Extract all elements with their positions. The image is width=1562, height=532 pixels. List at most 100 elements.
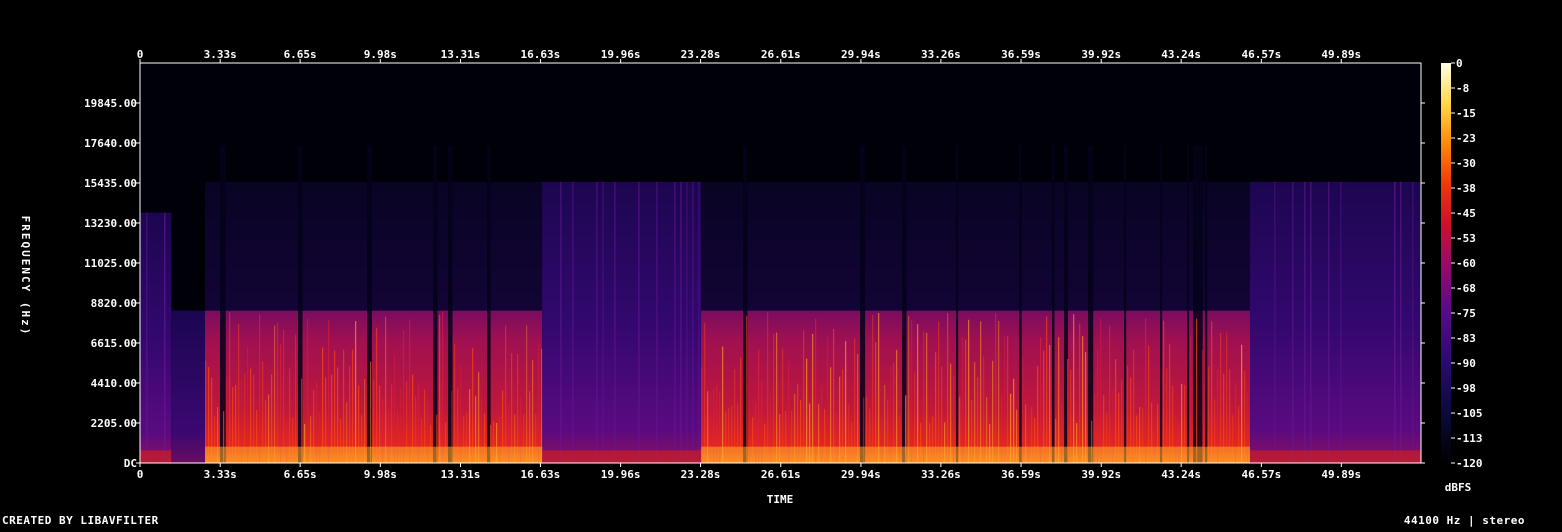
- speech-streak: [875, 342, 877, 463]
- colorbar-tick-label: -83: [1456, 332, 1476, 345]
- speech-streak: [280, 344, 282, 463]
- x-tick-label-top: 23.28s: [681, 48, 721, 61]
- speech-gap: [1019, 145, 1022, 464]
- x-tick-label-top: 3.33s: [204, 48, 237, 61]
- speech-gap: [1160, 145, 1163, 464]
- speech-streak: [385, 316, 387, 463]
- music-streak: [1400, 181, 1402, 463]
- segment-music_intro-0: [140, 212, 172, 463]
- speech-streak: [758, 349, 760, 463]
- y-axis-label: FREQUENCY (Hz): [19, 216, 32, 337]
- x-tick-label-bottom: 0: [137, 468, 144, 481]
- speech-streak: [538, 344, 540, 463]
- x-tick-label-top: 6.65s: [284, 48, 317, 61]
- speech-streak: [505, 325, 507, 463]
- x-tick-label-bottom: 49.89s: [1321, 468, 1361, 481]
- speech-streak: [283, 329, 285, 463]
- x-tick-label-top: 39.92s: [1081, 48, 1121, 61]
- y-tick-label: 15435.00: [84, 177, 137, 190]
- y-tick-label: 2205.00: [91, 417, 137, 430]
- speech-streak: [812, 333, 814, 463]
- music-streak: [686, 181, 688, 463]
- bass-band-0: [140, 450, 172, 463]
- colorbar-tick-label: -68: [1456, 282, 1476, 295]
- speech-streak: [1043, 350, 1045, 463]
- music-streak: [1292, 181, 1294, 463]
- music-streak: [1412, 181, 1414, 463]
- speech-streak: [334, 350, 336, 463]
- speech-streak: [352, 349, 354, 463]
- colorbar-tick-label: -98: [1456, 382, 1476, 395]
- speech-streak: [238, 323, 240, 463]
- music-streak: [1340, 181, 1342, 463]
- x-tick-label-bottom: 39.92s: [1081, 468, 1121, 481]
- speech-streak: [722, 346, 724, 463]
- speech-streak: [1202, 349, 1204, 463]
- speech-gap: [1193, 145, 1199, 464]
- speech-streak: [917, 324, 919, 463]
- x-tick-label-top: 36.59s: [1001, 48, 1041, 61]
- speech-streak: [857, 354, 859, 463]
- speech-streak: [1211, 321, 1213, 463]
- speech-streak: [998, 320, 1000, 463]
- speech-streak: [403, 330, 405, 463]
- speech-streak: [1163, 320, 1165, 463]
- x-tick-label-top: 0: [137, 48, 144, 61]
- speech-streak: [1082, 336, 1084, 463]
- colorbar-tick-label: -8: [1456, 82, 1469, 95]
- music-streak: [1274, 181, 1276, 463]
- speech-streak: [1085, 352, 1087, 463]
- music-streak: [680, 181, 682, 463]
- formant-band-4: [701, 446, 1251, 463]
- music-streak: [164, 212, 166, 463]
- speech-streak: [773, 333, 775, 463]
- speech-streak: [472, 348, 474, 463]
- x-tick-label-top: 43.24s: [1161, 48, 1201, 61]
- music-streak: [602, 181, 604, 463]
- speech-streak: [827, 336, 829, 463]
- formant-band-2: [205, 446, 543, 463]
- x-tick-label-bottom: 19.96s: [601, 468, 641, 481]
- speech-streak: [355, 321, 357, 463]
- colorbar-tick-label: -105: [1456, 407, 1483, 420]
- speech-streak: [247, 347, 249, 463]
- music-streak: [698, 181, 700, 463]
- speech-gap: [1187, 145, 1190, 464]
- colorbar-tick-label: -120: [1456, 457, 1483, 470]
- speech-streak: [1220, 332, 1222, 463]
- colorbar-tick-label: -90: [1456, 357, 1476, 370]
- speech-streak: [394, 354, 396, 463]
- x-tick-label-bottom: 43.24s: [1161, 468, 1201, 481]
- speech-streak: [947, 313, 949, 463]
- segment-speech-4: [701, 310, 1251, 463]
- music-streak: [146, 212, 148, 463]
- speech-gap: [1088, 145, 1094, 464]
- speech-streak: [229, 312, 231, 463]
- speech-streak: [1049, 344, 1051, 463]
- speech-gap: [1205, 145, 1208, 464]
- music-streak: [638, 181, 640, 463]
- x-axis-label: TIME: [767, 493, 794, 506]
- speech-streak: [782, 348, 784, 463]
- spectrogram-svg: 0 0 3.33s 3.33s 6.65s 6.65s 9.98s 9.98s 13.31s 13…: [19, 48, 1483, 506]
- y-tick-label: 4410.00: [91, 377, 137, 390]
- speech-streak: [704, 322, 706, 463]
- x-tick-label-bottom: 33.26s: [921, 468, 961, 481]
- y-tick-label: 11025.00: [84, 257, 137, 270]
- speech-streak: [1004, 336, 1006, 463]
- y-tick-label: 6615.00: [91, 337, 137, 350]
- x-tick-label-top: 13.31s: [441, 48, 481, 61]
- colorbar-tick-label: 0: [1456, 57, 1463, 70]
- speech-streak: [277, 322, 279, 463]
- speech-streak: [1046, 316, 1048, 463]
- speech-streak: [962, 336, 964, 463]
- music-streak: [656, 181, 658, 463]
- speech-streak: [439, 315, 441, 463]
- speech-streak: [511, 352, 513, 463]
- speech-streak: [274, 325, 276, 463]
- x-tick-label-bottom: 36.59s: [1001, 468, 1041, 481]
- colorbar-tick-label: -38: [1456, 182, 1476, 195]
- speech-streak: [1133, 349, 1135, 463]
- segment-quiet-1: [171, 310, 206, 463]
- x-tick-label-bottom: 29.94s: [841, 468, 881, 481]
